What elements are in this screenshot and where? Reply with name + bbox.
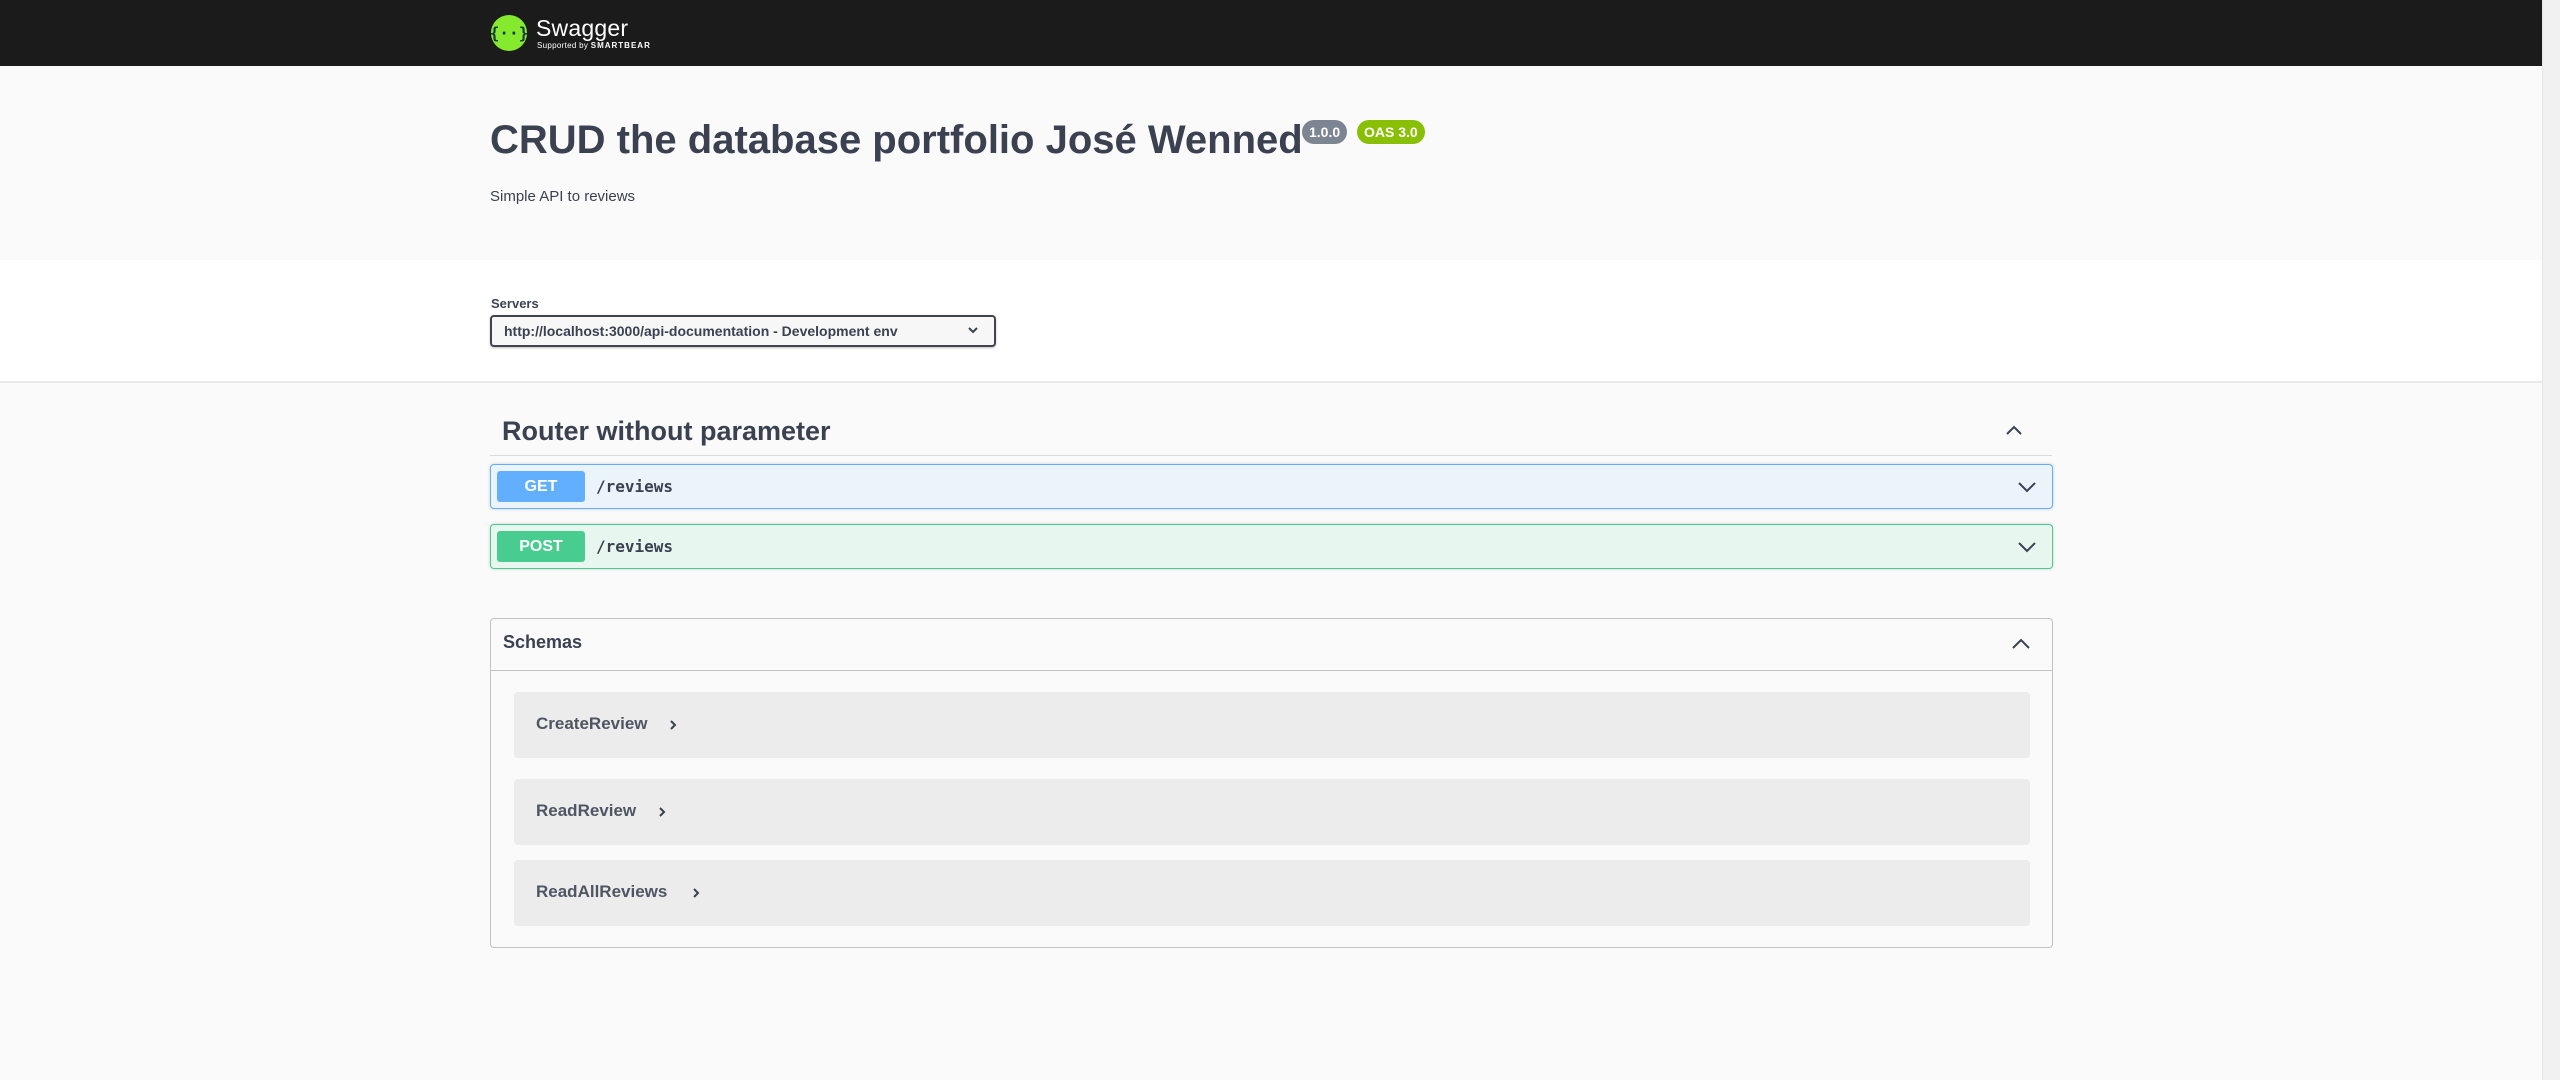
servers-label: Servers xyxy=(491,296,539,311)
topbar: {··} Swagger Supported by SMARTBEAR xyxy=(0,0,2543,66)
swagger-logo-icon: {··} xyxy=(490,14,528,52)
operation-get-reviews[interactable]: GET /reviews xyxy=(490,464,2053,509)
schemas-section: Schemas CreateReview ReadReview ReadAllR… xyxy=(490,618,2053,948)
chevron-right-icon[interactable] xyxy=(666,718,680,732)
chevron-right-icon[interactable] xyxy=(689,886,703,900)
brand-name: Swagger xyxy=(536,14,629,41)
swagger-logo[interactable]: {··} Swagger Supported by SMARTBEAR xyxy=(490,10,651,56)
svg-text:{··}: {··} xyxy=(490,24,528,43)
chevron-up-icon[interactable] xyxy=(2010,633,2032,655)
oas-badge: OAS 3.0 xyxy=(1357,120,1425,144)
vertical-scrollbar[interactable] xyxy=(2542,0,2560,1080)
schemas-header[interactable]: Schemas xyxy=(491,619,2052,671)
tag-header[interactable]: Router without parameter xyxy=(490,400,2052,456)
info-section xyxy=(0,66,2543,260)
tag-title: Router without parameter xyxy=(502,416,831,446)
brand-subtitle: Supported by SMARTBEAR xyxy=(537,40,651,50)
schema-item-readallreviews[interactable]: ReadAllReviews xyxy=(514,860,2030,926)
servers-select[interactable]: http://localhost:3000/api-documentation … xyxy=(490,315,996,347)
schemas-title: Schemas xyxy=(503,632,583,652)
api-description: Simple API to reviews xyxy=(490,188,636,205)
operation-path: /reviews xyxy=(596,477,674,496)
schema-item-createreview[interactable]: CreateReview xyxy=(514,692,2030,758)
chevron-right-icon[interactable] xyxy=(655,805,669,819)
operation-post-reviews[interactable]: POST /reviews xyxy=(490,524,2053,569)
chevron-down-icon[interactable] xyxy=(2016,536,2038,558)
operation-path: /reviews xyxy=(596,537,674,556)
chevron-down-icon[interactable] xyxy=(2016,476,2038,498)
schema-name: ReadAllReviews xyxy=(536,882,668,901)
version-badge: 1.0.0 xyxy=(1302,120,1348,144)
method-badge-post: POST xyxy=(497,531,585,562)
method-badge-get: GET xyxy=(497,471,585,502)
schema-name: ReadReview xyxy=(536,801,637,820)
page-title: CRUD the database portfolio José Wenned xyxy=(490,118,1303,162)
chevron-down-icon xyxy=(968,327,978,334)
schema-item-readreview[interactable]: ReadReview xyxy=(514,779,2030,845)
servers-section xyxy=(0,260,2543,383)
schema-name: CreateReview xyxy=(536,714,648,733)
chevron-up-icon[interactable] xyxy=(2004,420,2024,440)
servers-selected-value: http://localhost:3000/api-documentation … xyxy=(504,323,898,339)
